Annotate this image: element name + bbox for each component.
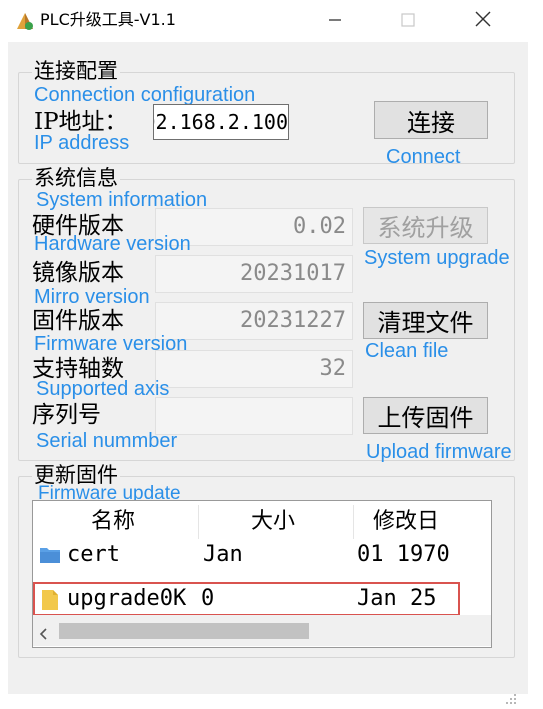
horizontal-scroll-thumb[interactable]	[59, 623, 309, 639]
column-divider[interactable]	[198, 505, 199, 539]
maximize-button[interactable]	[378, 0, 438, 42]
clean-file-button[interactable]: 清理文件	[363, 302, 488, 339]
close-button[interactable]	[453, 0, 513, 42]
app-logo-icon	[14, 10, 36, 32]
mirror-version-label: 镜像版本	[32, 260, 124, 286]
connect-button[interactable]: 连接	[374, 101, 488, 139]
minimize-icon	[328, 12, 342, 31]
file-list[interactable]: 名称 大小 修改日 cert Jan 01 1970 upgrade0K 0 J…	[32, 500, 492, 648]
file-row-selected[interactable]: upgrade0K 0 Jan 25	[33, 582, 460, 616]
mirror-version-label-en: Mirro version	[34, 286, 150, 308]
system-info-group-title: 系统信息	[32, 166, 120, 190]
clean-file-button-en: Clean file	[365, 340, 449, 362]
file-row[interactable]: cert Jan 01 1970	[33, 539, 491, 571]
folder-icon	[39, 545, 61, 569]
file-name: upgrade0K	[67, 586, 187, 611]
file-icon	[41, 589, 59, 615]
file-size: Jan	[203, 542, 243, 567]
serial-number-label-en: Serial nummber	[36, 430, 178, 452]
ip-label-en: IP address	[34, 132, 130, 154]
hardware-version-label-en: Hardware version	[34, 233, 191, 255]
horizontal-scrollbar[interactable]	[33, 615, 491, 646]
file-date: Jan 25	[357, 586, 437, 611]
maximize-icon	[401, 12, 415, 31]
column-header-date[interactable]: 修改日	[373, 501, 439, 543]
column-header-name[interactable]: 名称	[91, 501, 135, 543]
scroll-left-icon[interactable]	[39, 625, 47, 644]
supported-axis-field: 32	[155, 350, 353, 388]
column-header-size[interactable]: 大小	[251, 501, 295, 543]
system-upgrade-button[interactable]: 系统升级	[363, 207, 488, 244]
window-title: PLC升级工具-V1.1	[40, 10, 176, 29]
connection-group-title: 连接配置	[32, 59, 120, 83]
minimize-button[interactable]	[305, 0, 365, 42]
resize-grip-icon[interactable]	[505, 690, 517, 709]
system-upgrade-button-en: System upgrade	[364, 247, 510, 269]
file-date: 01 1970	[357, 542, 450, 567]
upload-firmware-button-en: Upload firmware	[366, 441, 512, 463]
ip-address-input[interactable]: 192.168.2.100	[153, 104, 289, 140]
title-bar: PLC升级工具-V1.1	[0, 0, 543, 42]
supported-axis-label-en: Supported axis	[36, 378, 170, 400]
file-size: 0	[201, 586, 215, 611]
column-divider[interactable]	[353, 505, 354, 539]
serial-number-field	[155, 397, 353, 435]
mirror-version-field: 20231017	[155, 255, 353, 293]
upload-firmware-button[interactable]: 上传固件	[363, 397, 488, 434]
close-icon	[475, 11, 491, 31]
connection-group-title-en: Connection configuration	[34, 84, 256, 106]
file-name: cert	[67, 542, 120, 567]
serial-number-label: 序列号	[32, 402, 101, 428]
firmware-version-label: 固件版本	[32, 308, 124, 334]
connect-button-en: Connect	[386, 146, 461, 168]
